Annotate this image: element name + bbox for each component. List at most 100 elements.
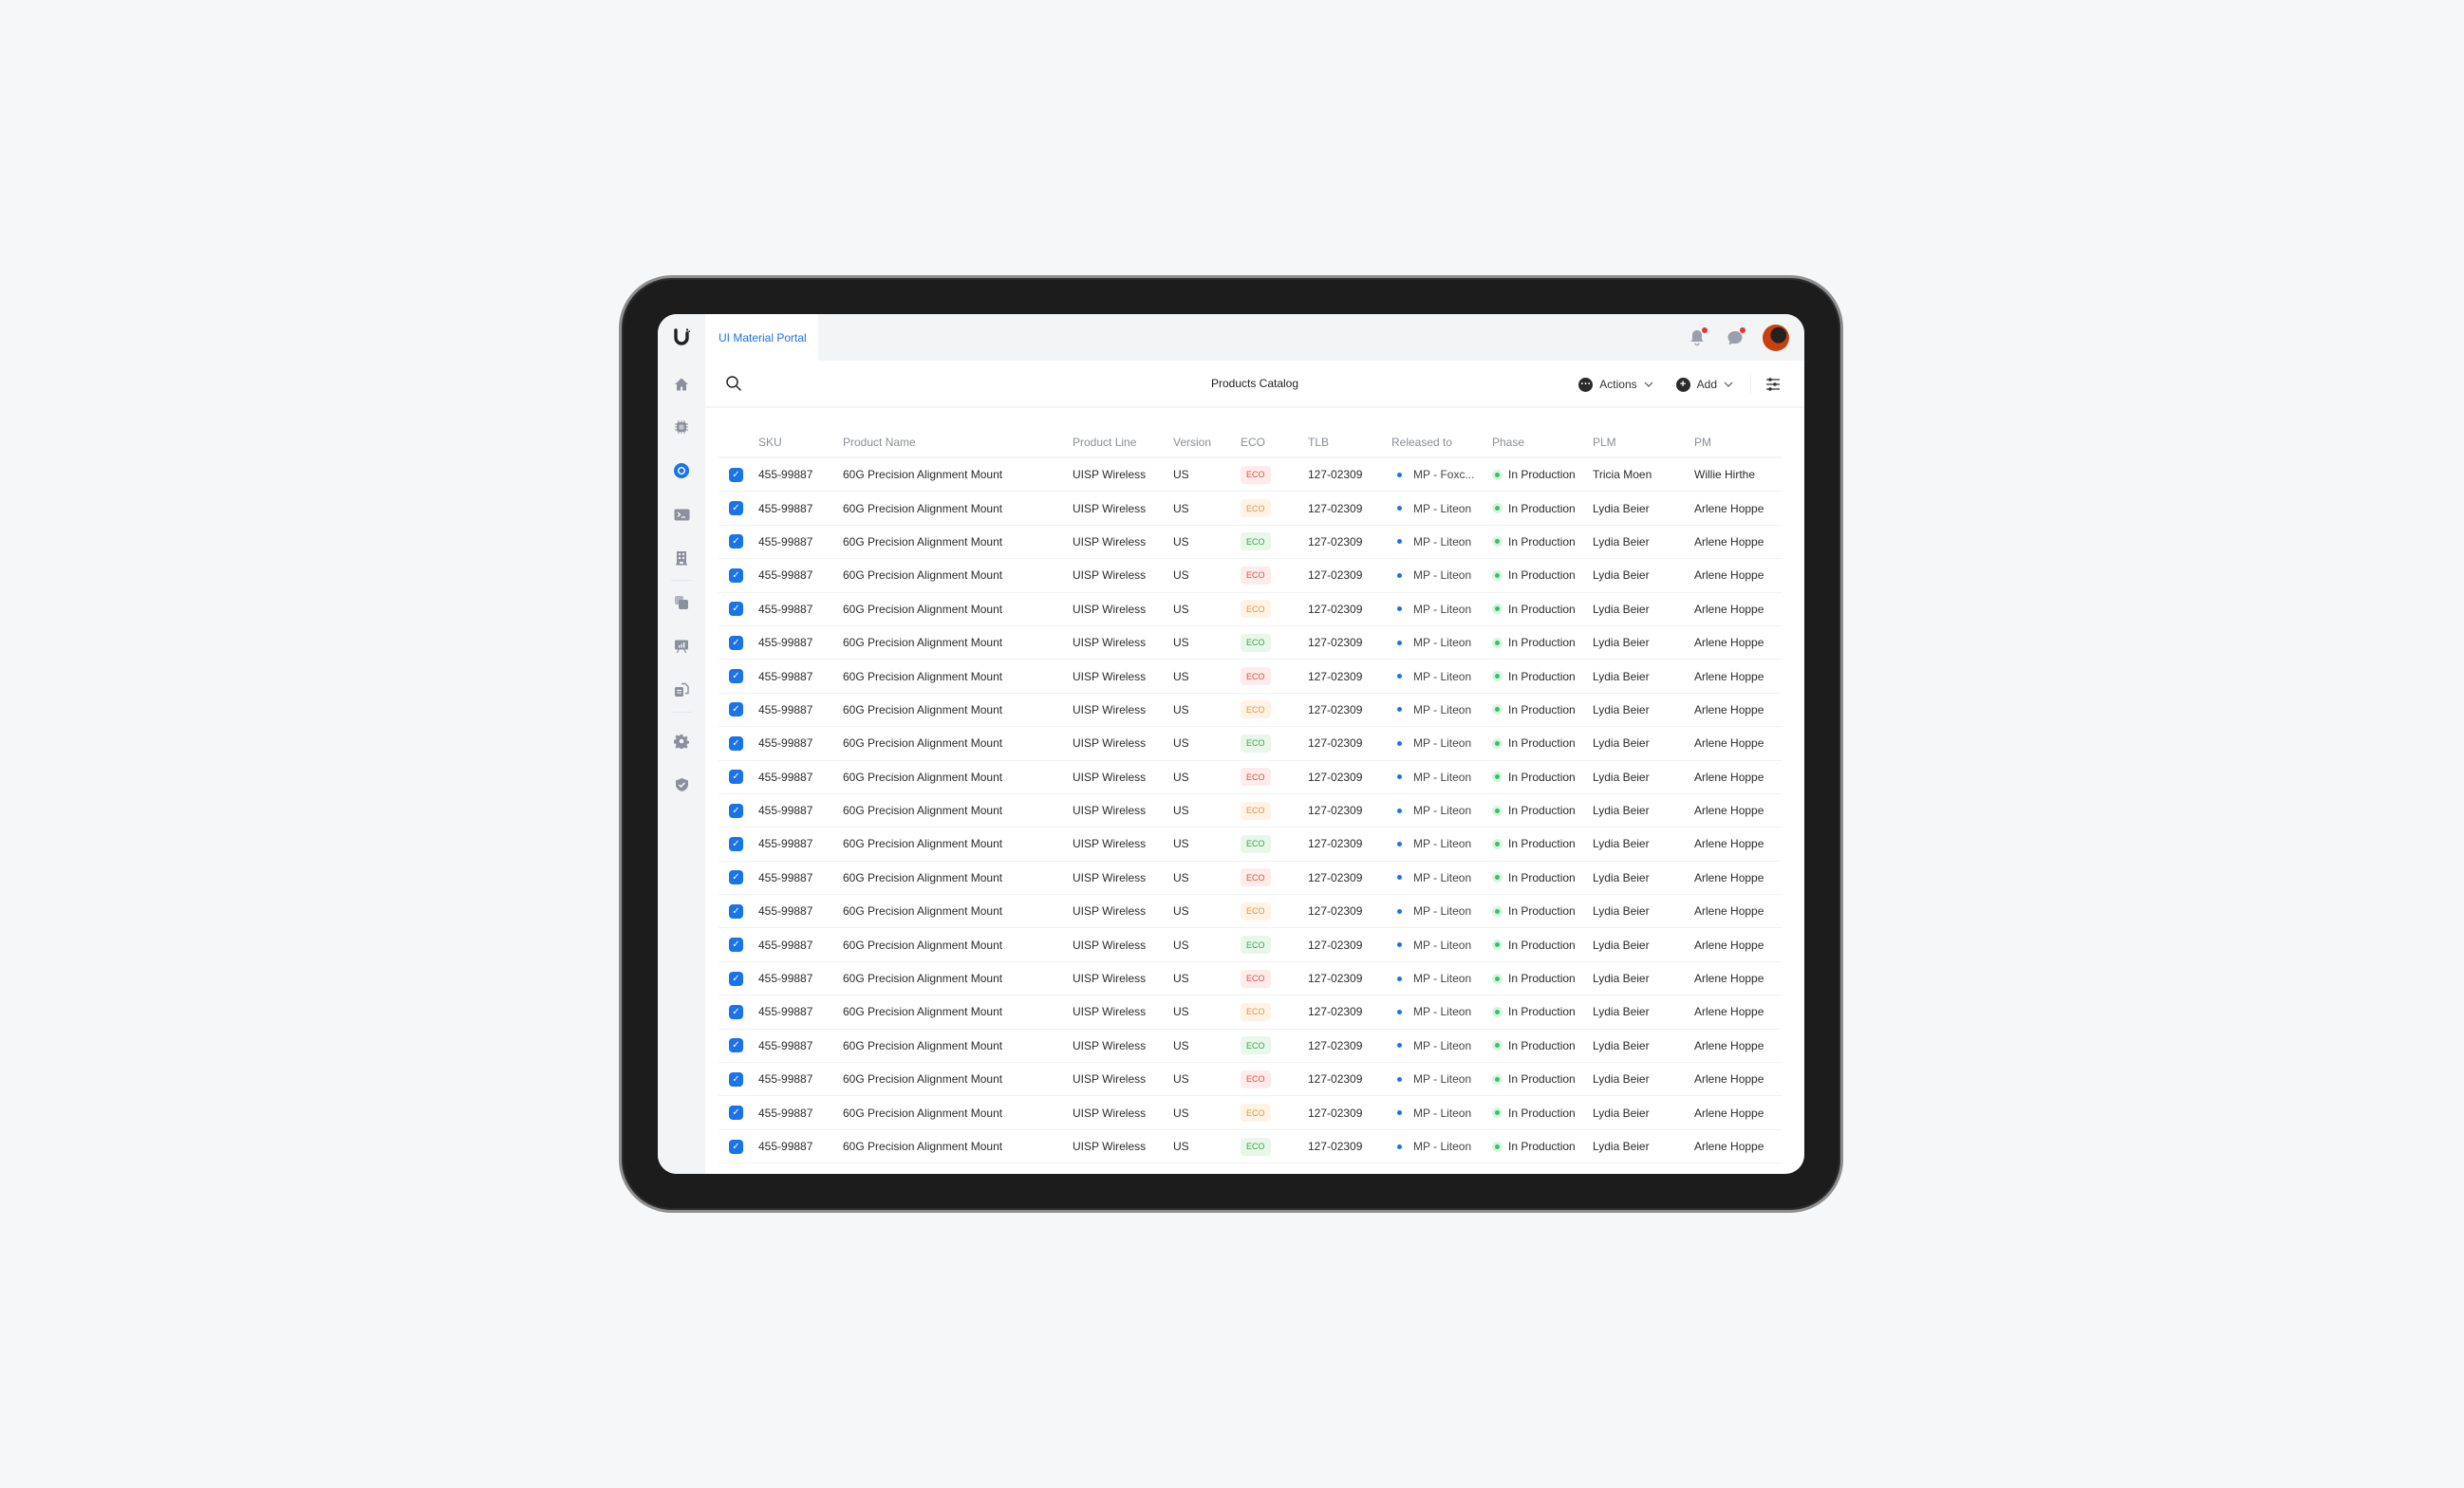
- column-header-product-name[interactable]: Product Name: [843, 428, 916, 456]
- table-row[interactable]: ✓ 455-99887 60G Precision Alignment Moun…: [719, 962, 1782, 996]
- row-checkbox[interactable]: ✓: [729, 1071, 743, 1087]
- row-checkbox[interactable]: ✓: [729, 1139, 743, 1154]
- row-checkbox[interactable]: ✓: [729, 1004, 743, 1019]
- row-checkbox[interactable]: ✓: [729, 702, 743, 717]
- table-row[interactable]: ✓ 455-99887 60G Precision Alignment Moun…: [719, 995, 1782, 1030]
- sidebar-item-documents[interactable]: [672, 680, 691, 699]
- cell-tlb: 127-02309: [1308, 904, 1363, 919]
- sidebar-item-copy[interactable]: [672, 593, 691, 612]
- cell-plm: Lydia Beier: [1593, 568, 1650, 583]
- cell-product-name: 60G Precision Alignment Mount: [843, 870, 1003, 884]
- tab-ui-material-portal[interactable]: UI Material Portal: [705, 314, 818, 361]
- cell-tlb: 127-02309: [1308, 501, 1363, 515]
- table-row[interactable]: ✓ 455-99887 60G Precision Alignment Moun…: [719, 492, 1782, 526]
- cell-plm: Lydia Beier: [1593, 1140, 1650, 1153]
- table-row[interactable]: ✓ 455-99887 60G Precision Alignment Moun…: [719, 895, 1782, 929]
- row-checkbox[interactable]: ✓: [729, 635, 743, 650]
- cell-released-to: MP - Liteon: [1413, 636, 1472, 650]
- sidebar-item-home[interactable]: [672, 375, 691, 394]
- row-checkbox[interactable]: ✓: [729, 1106, 743, 1121]
- sidebar-item-building[interactable]: [672, 549, 691, 567]
- column-header-sku[interactable]: SKU: [758, 428, 782, 456]
- row-checkbox[interactable]: ✓: [729, 1038, 743, 1053]
- cell-plm: Tricia Moen: [1593, 468, 1652, 482]
- cell-product-name: 60G Precision Alignment Mount: [843, 568, 1003, 583]
- cell-plm: Lydia Beier: [1593, 1005, 1650, 1019]
- table-row[interactable]: ✓ 455-99887 60G Precision Alignment Moun…: [719, 559, 1782, 593]
- table-row[interactable]: ✓ 455-99887 60G Precision Alignment Moun…: [719, 1096, 1782, 1130]
- table-row[interactable]: ✓ 455-99887 60G Precision Alignment Moun…: [719, 727, 1782, 761]
- sidebar-item-settings[interactable]: [672, 732, 691, 751]
- sidebar-divider: [671, 580, 692, 581]
- row-checkbox[interactable]: ✓: [729, 903, 743, 919]
- add-button[interactable]: + Add: [1675, 377, 1733, 392]
- table-row[interactable]: ✓ 455-99887 60G Precision Alignment Moun…: [719, 794, 1782, 828]
- table-row[interactable]: ✓ 455-99887 60G Precision Alignment Moun…: [719, 761, 1782, 794]
- row-checkbox[interactable]: ✓: [729, 467, 743, 482]
- column-header-phase[interactable]: Phase: [1492, 428, 1524, 456]
- products-table: SKU Product Name Product Line Version EC…: [719, 428, 1782, 1164]
- cell-phase: In Production: [1508, 904, 1576, 919]
- table-row[interactable]: ✓ 455-99887 60G Precision Alignment Moun…: [719, 1063, 1782, 1097]
- notification-badge: [1702, 327, 1708, 333]
- row-checkbox[interactable]: ✓: [729, 938, 743, 953]
- sidebar-item-security[interactable]: [672, 775, 691, 794]
- row-checkbox[interactable]: ✓: [729, 669, 743, 684]
- eco-badge: ECO: [1241, 1002, 1271, 1021]
- notifications-button[interactable]: [1687, 327, 1708, 348]
- user-avatar[interactable]: [1763, 325, 1789, 351]
- sidebar-item-chip[interactable]: [672, 418, 691, 437]
- filter-settings-button[interactable]: [1764, 376, 1782, 393]
- cell-sku: 455-99887: [758, 568, 813, 583]
- row-checkbox[interactable]: ✓: [729, 735, 743, 751]
- cell-version: US: [1173, 636, 1189, 650]
- column-header-eco[interactable]: ECO: [1241, 428, 1265, 456]
- message-badge: [1740, 327, 1745, 333]
- phase-status-icon: [1492, 604, 1503, 615]
- table-row[interactable]: ✓ 455-99887 60G Precision Alignment Moun…: [719, 828, 1782, 862]
- row-checkbox[interactable]: ✓: [729, 567, 743, 583]
- sidebar-item-terminal[interactable]: [672, 505, 691, 524]
- sidebar-item-reports[interactable]: [672, 637, 691, 656]
- column-header-tlb[interactable]: TLB: [1308, 428, 1329, 456]
- column-header-version[interactable]: Version: [1173, 428, 1211, 456]
- table-row[interactable]: ✓ 455-99887 60G Precision Alignment Moun…: [719, 660, 1782, 694]
- cell-product-line: UISP Wireless: [1073, 1106, 1147, 1120]
- shield-check-icon: [675, 778, 688, 791]
- row-checkbox[interactable]: ✓: [729, 501, 743, 516]
- row-checkbox[interactable]: ✓: [729, 534, 743, 549]
- cell-pm: Arlene Hoppe: [1694, 804, 1764, 818]
- cell-tlb: 127-02309: [1308, 870, 1363, 884]
- table-row[interactable]: ✓ 455-99887 60G Precision Alignment Moun…: [719, 526, 1782, 560]
- column-header-released-to[interactable]: Released to: [1391, 428, 1452, 456]
- table-row[interactable]: ✓ 455-99887 60G Precision Alignment Moun…: [719, 928, 1782, 962]
- cell-pm: Arlene Hoppe: [1694, 904, 1764, 919]
- table-row[interactable]: ✓ 455-99887 60G Precision Alignment Moun…: [719, 862, 1782, 896]
- column-header-product-line[interactable]: Product Line: [1073, 428, 1136, 456]
- table-row[interactable]: ✓ 455-99887 60G Precision Alignment Moun…: [719, 458, 1782, 493]
- table-row[interactable]: ✓ 455-99887 60G Precision Alignment Moun…: [719, 1030, 1782, 1064]
- cell-phase: In Production: [1508, 468, 1576, 482]
- row-checkbox[interactable]: ✓: [729, 770, 743, 785]
- eco-badge: ECO: [1241, 667, 1271, 686]
- column-header-plm[interactable]: PLM: [1593, 428, 1616, 456]
- phase-status-icon: [1492, 973, 1503, 984]
- row-checkbox[interactable]: ✓: [729, 803, 743, 818]
- cell-released-to: MP - Liteon: [1413, 702, 1472, 716]
- table-row[interactable]: ✓ 455-99887 60G Precision Alignment Moun…: [719, 694, 1782, 728]
- row-checkbox[interactable]: ✓: [729, 836, 743, 851]
- home-icon: [675, 378, 688, 391]
- table-row[interactable]: ✓ 455-99887 60G Precision Alignment Moun…: [719, 593, 1782, 626]
- cell-tlb: 127-02309: [1308, 1072, 1363, 1087]
- table-row[interactable]: ✓ 455-99887 60G Precision Alignment Moun…: [719, 1130, 1782, 1164]
- row-checkbox[interactable]: ✓: [729, 971, 743, 986]
- table-row[interactable]: ✓ 455-99887 60G Precision Alignment Moun…: [719, 626, 1782, 660]
- row-checkbox[interactable]: ✓: [729, 602, 743, 617]
- column-header-pm[interactable]: PM: [1694, 428, 1711, 456]
- actions-button[interactable]: ··· Actions: [1578, 377, 1653, 392]
- messages-button[interactable]: [1725, 327, 1745, 348]
- row-checkbox[interactable]: ✓: [729, 870, 743, 885]
- sidebar-item-active[interactable]: [672, 461, 691, 480]
- cell-tlb: 127-02309: [1308, 770, 1363, 784]
- cell-tlb: 127-02309: [1308, 602, 1363, 616]
